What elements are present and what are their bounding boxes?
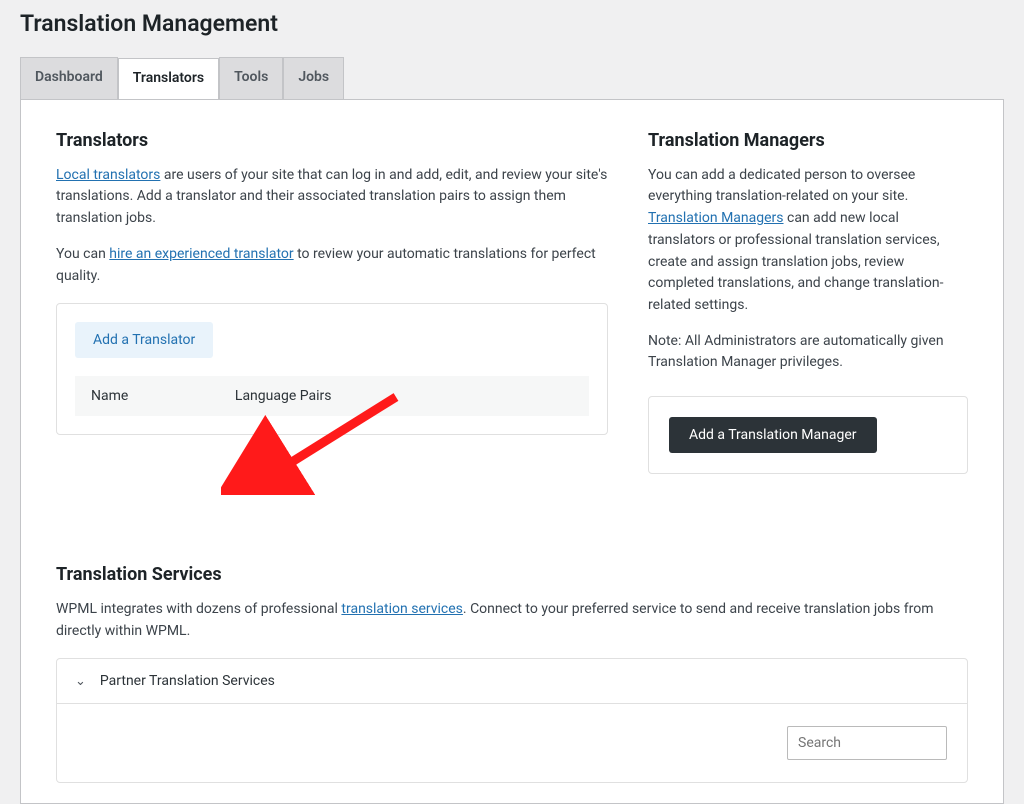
tab-dashboard[interactable]: Dashboard — [20, 57, 118, 99]
chevron-down-icon: ⌄ — [75, 674, 86, 689]
hire-translator-link[interactable]: hire an experienced translator — [109, 246, 293, 262]
managers-heading: Translation Managers — [648, 130, 968, 151]
tab-jobs[interactable]: Jobs — [283, 57, 344, 99]
translation-managers-link[interactable]: Translation Managers — [648, 210, 784, 226]
translators-heading: Translators — [56, 130, 608, 151]
services-body — [57, 704, 967, 782]
tab-tools[interactable]: Tools — [219, 57, 283, 99]
tab-translators[interactable]: Translators — [118, 58, 219, 100]
services-panel: ⌄ Partner Translation Services — [56, 658, 968, 783]
services-desc-a: WPML integrates with dozens of professio… — [56, 601, 341, 617]
translators-desc-2: You can hire an experienced translator t… — [56, 244, 608, 287]
translators-desc-2a: You can — [56, 246, 109, 262]
services-heading: Translation Services — [56, 564, 968, 585]
page-title: Translation Management — [20, 10, 1004, 37]
partner-services-accordion[interactable]: ⌄ Partner Translation Services — [57, 659, 967, 704]
managers-desc-2: Note: All Administrators are automatical… — [648, 331, 968, 374]
translation-services-link[interactable]: translation services — [341, 601, 463, 617]
managers-box: Add a Translation Manager — [648, 396, 968, 474]
services-search-input[interactable] — [787, 726, 947, 760]
translators-desc-1: Local translators are users of your site… — [56, 165, 608, 230]
col-name: Name — [75, 376, 219, 416]
add-translator-button[interactable]: Add a Translator — [75, 322, 213, 358]
partner-services-label: Partner Translation Services — [100, 673, 275, 689]
managers-desc-1: You can add a dedicated person to overse… — [648, 165, 968, 317]
translators-sub-panel: Add a Translator Name Language Pairs — [56, 303, 608, 435]
tab-list: Dashboard Translators Tools Jobs — [20, 57, 1004, 99]
translation-services-section: Translation Services WPML integrates wit… — [56, 564, 968, 783]
managers-desc-1a: You can add a dedicated person to overse… — [648, 167, 915, 205]
local-translators-link[interactable]: Local translators — [56, 167, 160, 183]
add-translation-manager-button[interactable]: Add a Translation Manager — [669, 417, 877, 453]
main-panel: Translators Local translators are users … — [20, 99, 1004, 804]
translators-table: Name Language Pairs — [75, 376, 589, 416]
col-language-pairs: Language Pairs — [219, 376, 589, 416]
services-desc: WPML integrates with dozens of professio… — [56, 599, 968, 642]
